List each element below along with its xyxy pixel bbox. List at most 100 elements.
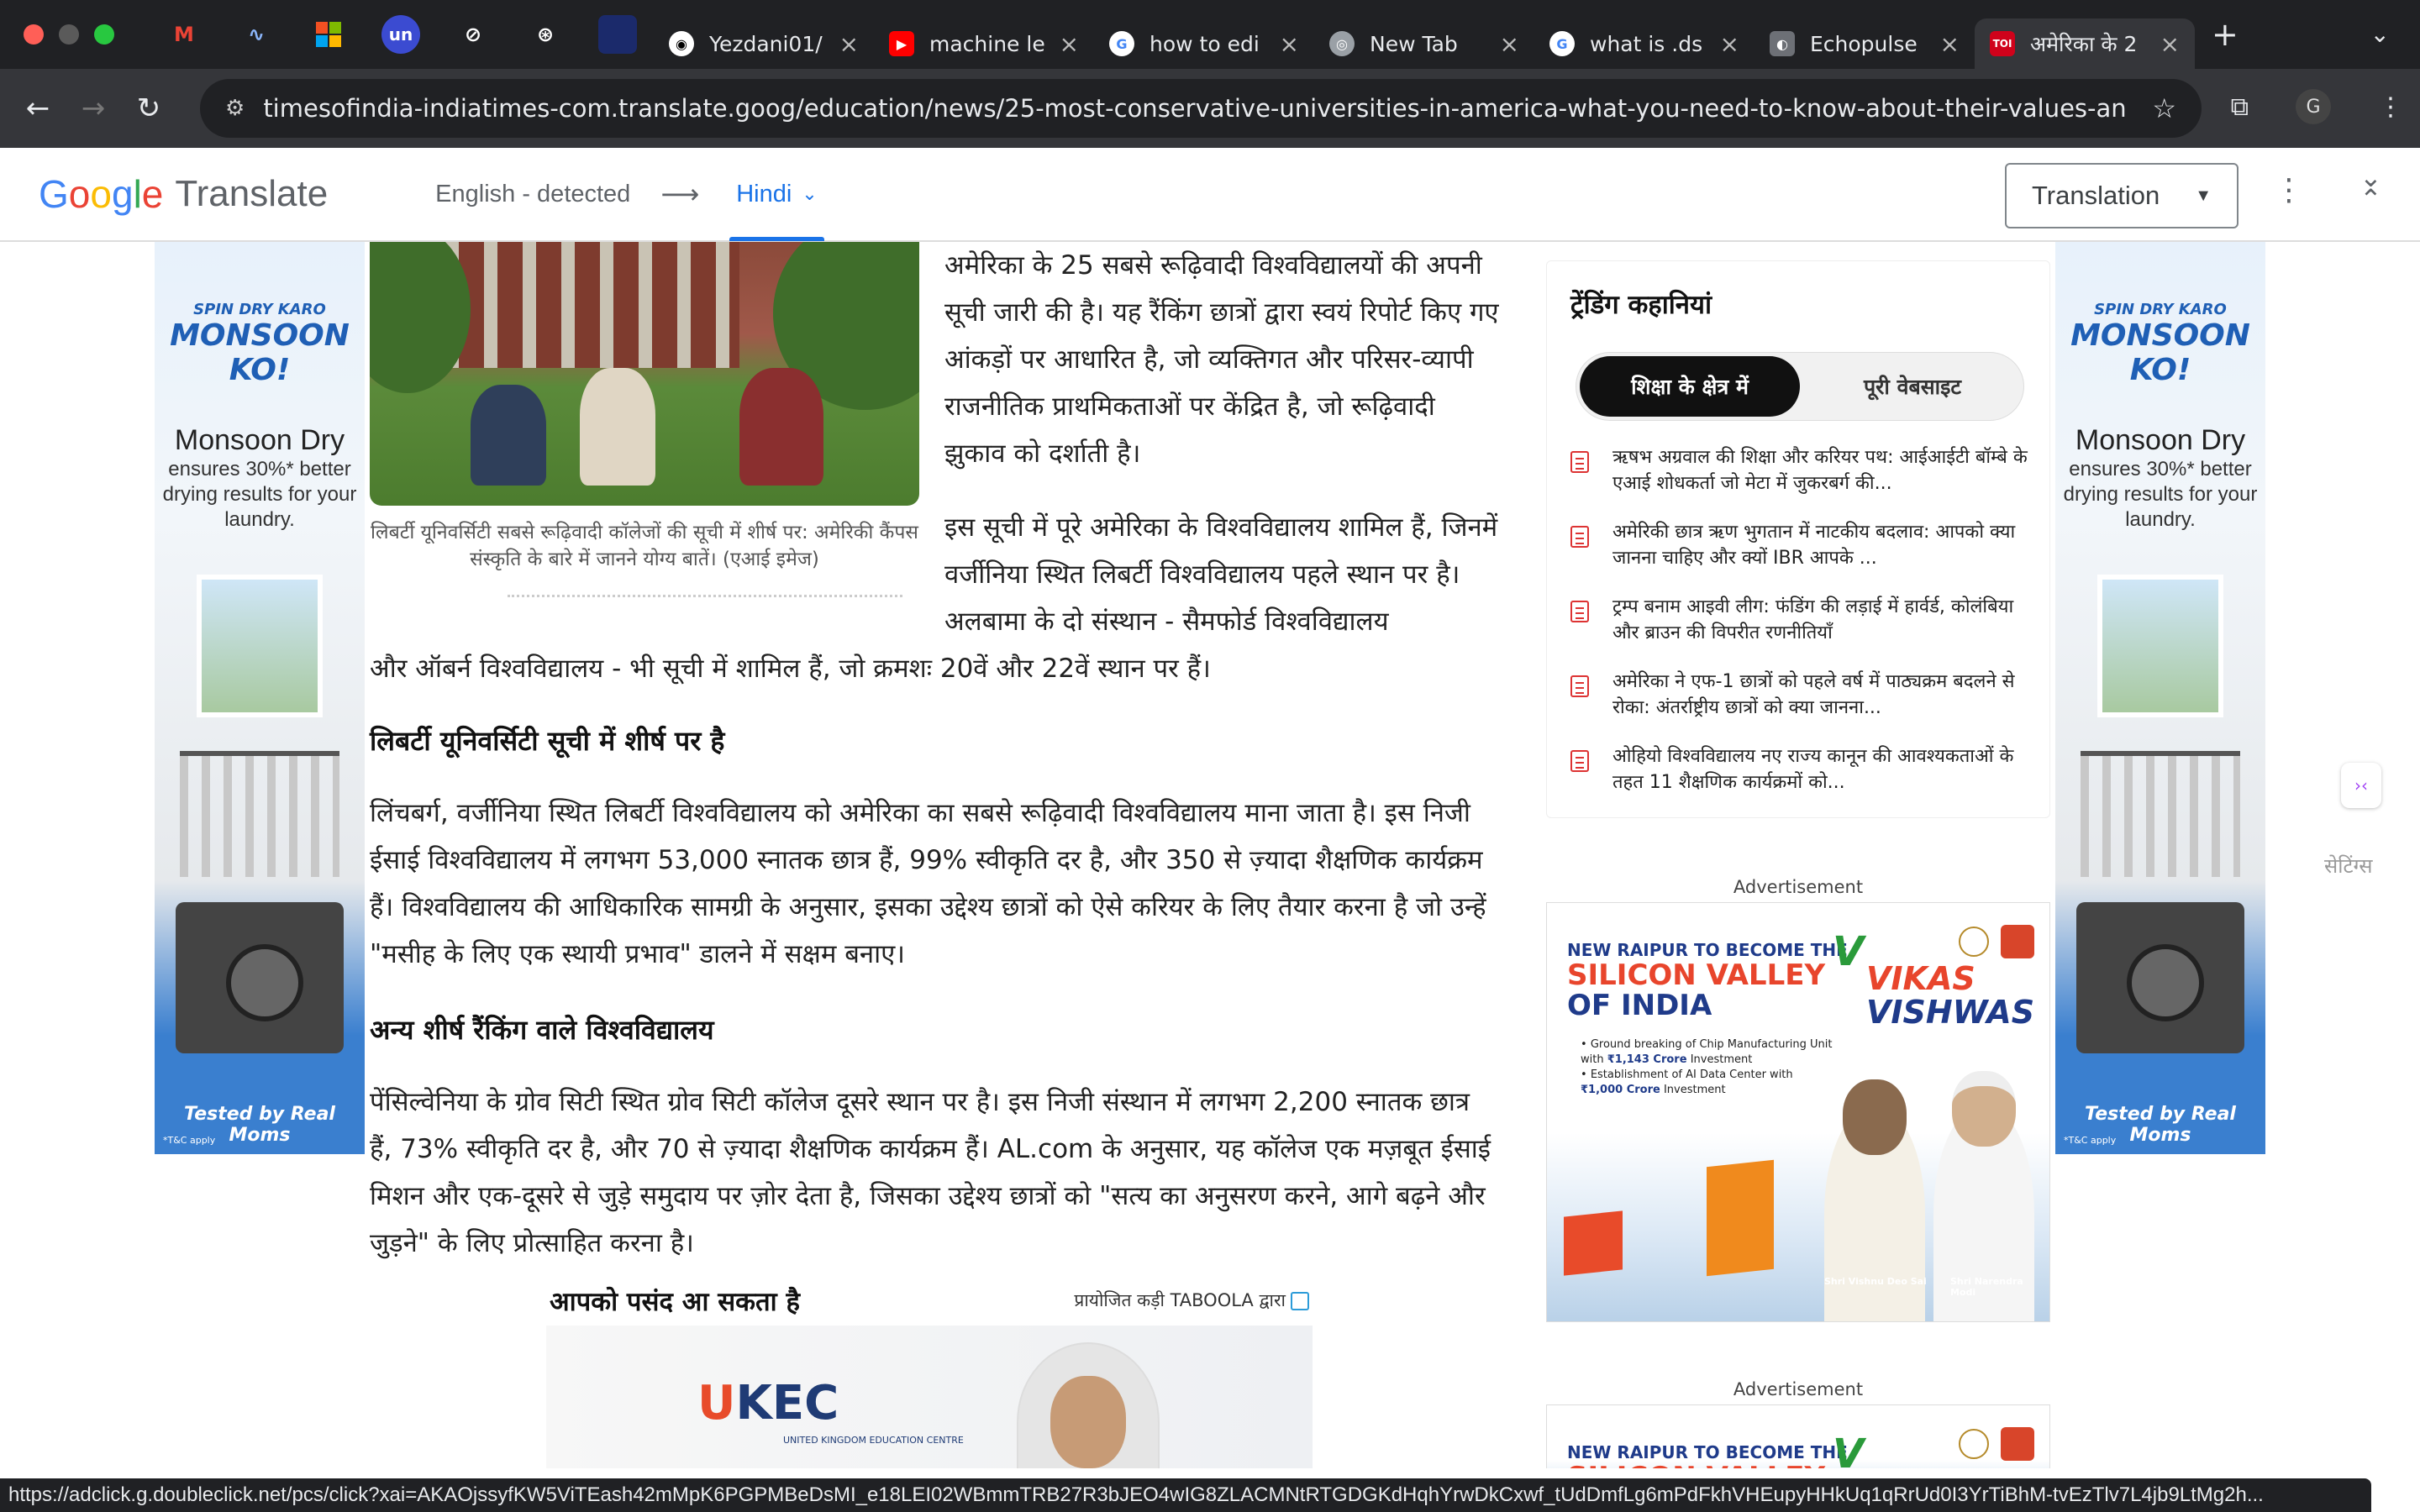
trending-list: ऋषभ अग्रवाल की शिक्षा और करियर पथ: आईआईट… xyxy=(1570,444,2041,818)
trending-item-title[interactable]: अमेरिका ने एफ-1 छात्रों को पहले वर्ष में… xyxy=(1612,669,2041,721)
close-tab-icon[interactable]: × xyxy=(1060,30,1079,58)
ad-choices-icon[interactable] xyxy=(1291,1292,1309,1310)
zoho-icon[interactable]: ⊘ xyxy=(454,15,492,54)
section-heading: अन्य शीर्ष रैंकिंग वाले विश्वविद्यालय xyxy=(370,1014,714,1046)
tab-full-website[interactable]: पूरी वेबसाइट xyxy=(1803,356,2022,417)
site-info-icon[interactable]: ⚙ xyxy=(225,96,245,121)
left-side-ad[interactable]: SPIN DRY KARO MONSOON KO! Monsoon Dry en… xyxy=(155,242,365,1154)
drying-rack-image xyxy=(2081,751,2240,877)
ad-copy: ensures 30%* better drying results for y… xyxy=(162,458,357,531)
sponsored-ad-card[interactable]: UKEC UNITED KINGDOM EDUCATION CENTRE xyxy=(546,1326,1313,1468)
close-tab-icon[interactable]: × xyxy=(2160,30,2180,58)
taboola-sponsor-link[interactable]: प्रायोजित कड़ी TABOOLA द्वारा xyxy=(1074,1289,1309,1312)
tab-echopulse[interactable]: ◐ Echopulse × xyxy=(1754,18,1975,69)
leader-name: Shri Vishnu Deo Sai xyxy=(1824,1276,1927,1287)
raipur-ad-banner[interactable]: NEW RAIPUR TO BECOME THE SILICON VALLEY O… xyxy=(1546,902,2050,1322)
reload-icon[interactable]: ↻ xyxy=(121,92,176,125)
raipur-ad-banner-2[interactable]: NEW RAIPUR TO BECOME THE SILICON VALLEY … xyxy=(1546,1404,2050,1468)
profile-avatar[interactable]: G xyxy=(2296,89,2331,124)
close-tab-icon[interactable]: × xyxy=(1720,30,1739,58)
ad-headline: SILICON VALLEY OF INDIA xyxy=(1567,958,1826,1022)
analytics-icon[interactable]: ∿ xyxy=(237,15,276,54)
youtube-icon: ▶ xyxy=(889,31,914,56)
window-image xyxy=(197,575,323,717)
trending-item-title[interactable]: ओहियो विश्वविद्यालय नए राज्य कानून की आव… xyxy=(1612,743,2041,795)
leader-name: Shri Narendra Modi xyxy=(1950,1276,2023,1298)
close-tab-icon[interactable]: × xyxy=(839,30,859,58)
image-caption: लिबर्टी यूनिवर्सिटी सबसे रूढ़िवादी कॉलेज… xyxy=(371,522,918,570)
sponsor-label: प्रायोजित कड़ी TABOOLA द्वारा xyxy=(1074,1290,1286,1310)
ad-brand: MONSOON KO! xyxy=(170,318,350,387)
dark-app-icon[interactable] xyxy=(598,15,637,54)
article-paragraph: लिंचबर्ग, वर्जीनिया स्थित लिबर्टी विश्वव… xyxy=(370,798,1486,969)
extensions-puzzle-icon[interactable]: ⧉ xyxy=(2231,92,2249,122)
ad-headline: Monsoon Dry xyxy=(2075,424,2246,456)
tab-new-tab[interactable]: ◎ New Tab × xyxy=(1314,18,1534,69)
article-icon xyxy=(1570,601,1589,622)
tab-search-chevron-icon[interactable]: ⌄ xyxy=(2370,20,2390,48)
microsoft-icon[interactable] xyxy=(309,15,348,54)
tab-youtube[interactable]: ▶ machine le × xyxy=(874,18,1094,69)
google-logo: Google xyxy=(39,172,164,216)
forward-arrow-icon[interactable]: → xyxy=(66,92,121,125)
trending-item-title[interactable]: ट्रम्प बनाम आइवी लीग: फंडिंग की लड़ाई मे… xyxy=(1612,594,2041,646)
unstop-icon[interactable]: un xyxy=(381,15,420,54)
url-text[interactable]: timesofindia-indiatimes-com.translate.go… xyxy=(263,94,2127,123)
trending-item[interactable]: ऋषभ अग्रवाल की शिक्षा और करियर पथ: आईआईट… xyxy=(1570,444,2041,495)
translation-mode-select[interactable]: Translation ▼ xyxy=(2005,163,2238,228)
app-icon: ◐ xyxy=(1770,31,1795,56)
openai-icon[interactable]: ⊛ xyxy=(526,15,565,54)
chevron-down-icon: ⌄ xyxy=(802,183,818,204)
close-window-button[interactable] xyxy=(24,24,44,45)
translate-extension-toggle[interactable]: ›‹ xyxy=(2341,763,2381,808)
back-arrow-icon[interactable]: ← xyxy=(10,92,66,125)
close-tab-icon[interactable]: × xyxy=(1940,30,1960,58)
ad-terms: *T&C apply xyxy=(2064,1135,2117,1146)
gmail-icon[interactable]: M xyxy=(165,15,203,54)
window-image xyxy=(2097,575,2223,717)
trending-item-title[interactable]: अमेरिकी छात्र ऋण भुगतान में नाटकीय बदलाव… xyxy=(1612,519,2041,571)
translation-mode-label: Translation xyxy=(2032,181,2160,210)
window-controls xyxy=(24,24,114,45)
tab-google-search-2[interactable]: G what is .ds × xyxy=(1534,18,1754,69)
more-options-icon[interactable]: ⋮ xyxy=(2274,173,2304,207)
trending-item[interactable]: अमेरिका ने एफ-1 छात्रों को पहले वर्ष में… xyxy=(1570,669,2041,719)
close-tab-icon[interactable]: × xyxy=(1500,30,1519,58)
article-paragraph: पेंसिल्वेनिया के ग्रोव सिटी स्थित ग्रोव … xyxy=(370,1087,1491,1258)
extension-settings-link[interactable]: सेटिंग्स xyxy=(2324,852,2373,879)
minimize-window-button[interactable] xyxy=(59,24,79,45)
right-side-ad[interactable]: SPIN DRY KARO MONSOON KO! Monsoon Dry en… xyxy=(2055,242,2265,1154)
government-seal-icon xyxy=(1959,927,1989,957)
trending-item[interactable]: अमेरिकी छात्र ऋण भुगतान में नाटकीय बदलाव… xyxy=(1570,519,2041,570)
browser-toolbar: ← → ↻ ⚙ timesofindia-indiatimes-com.tran… xyxy=(0,69,2420,148)
person-face xyxy=(1050,1376,1126,1468)
leader-face xyxy=(1843,1079,1907,1155)
source-language-button[interactable]: English - detected xyxy=(435,181,630,208)
toolbar-actions: ⧉ G ⋮ xyxy=(2231,89,2403,124)
close-tab-icon[interactable]: × xyxy=(1280,30,1299,58)
tab-title: what is .ds xyxy=(1590,31,1703,56)
tab-google-search[interactable]: G how to edi × xyxy=(1094,18,1314,69)
student-figure xyxy=(739,368,823,486)
bookmark-star-icon[interactable]: ☆ xyxy=(2152,92,2176,124)
google-translate-bar: Google Translate English - detected ⟶ Hi… xyxy=(0,148,2420,242)
collapse-toolbar-icon[interactable]: ⌄ ⌃ xyxy=(2360,164,2382,213)
browser-menu-icon[interactable]: ⋮ xyxy=(2378,92,2403,122)
new-tab-button[interactable]: + xyxy=(2212,16,2238,53)
tab-title: how to edi xyxy=(1150,31,1260,56)
ukec-logo: UKEC xyxy=(697,1376,839,1431)
vikas-logo: V xyxy=(1833,928,1865,975)
ad-tagline: SPIN DRY KARO xyxy=(2094,301,2227,318)
ad-bullets: • Ground breaking of Chip Manufacturing … xyxy=(1581,1038,1833,1096)
tab-education[interactable]: शिक्षा के क्षेत्र में xyxy=(1580,356,1800,417)
trending-item-title[interactable]: ऋषभ अग्रवाल की शिक्षा और करियर पथ: आईआईट… xyxy=(1612,444,2041,496)
address-bar[interactable]: ⚙ timesofindia-indiatimes-com.translate.… xyxy=(200,79,2202,138)
leader-face xyxy=(1952,1071,2016,1147)
tab-times-of-india[interactable]: TOI अमेरिका के 2 × xyxy=(1975,18,2195,69)
target-language-button[interactable]: Hindi ⌄ xyxy=(729,147,824,241)
trending-item[interactable]: ओहियो विश्वविद्यालय नए राज्य कानून की आव… xyxy=(1570,743,2041,794)
trending-item[interactable]: ट्रम्प बनाम आइवी लीग: फंडिंग की लड़ाई मे… xyxy=(1570,594,2041,644)
tab-github[interactable]: ◉ Yezdani01/ × xyxy=(654,18,874,69)
google-icon: G xyxy=(1109,31,1134,56)
zoom-window-button[interactable] xyxy=(94,24,114,45)
